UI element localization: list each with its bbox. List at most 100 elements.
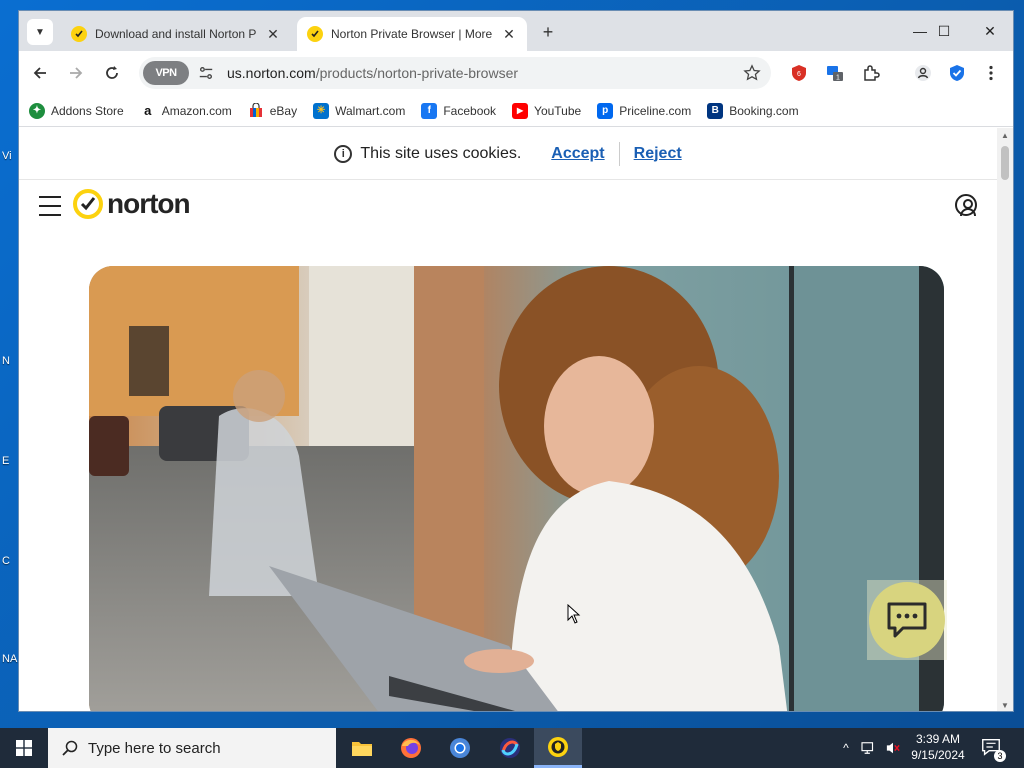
accept-cookies-button[interactable]: Accept (551, 145, 604, 163)
tab-norton-private-browser[interactable]: Norton Private Browser | More ✕ (297, 17, 527, 51)
facebook-icon: f (421, 102, 438, 119)
firefox-button[interactable] (387, 728, 435, 768)
norton-favicon-icon (307, 26, 323, 42)
profile-icon[interactable] (911, 61, 935, 85)
account-icon[interactable] (955, 194, 977, 216)
system-clock[interactable]: 3:39 AM 9/15/2024 (906, 731, 970, 763)
browser-toolbar: VPN us.norton.com/products/norton-privat… (19, 51, 1013, 95)
start-button[interactable] (0, 728, 48, 768)
reload-button[interactable] (99, 60, 125, 86)
address-bar[interactable]: VPN us.norton.com/products/norton-privat… (139, 57, 771, 89)
clock-date: 9/15/2024 (911, 748, 965, 762)
search-icon (62, 740, 78, 756)
bookmark-label: Facebook (443, 103, 497, 118)
bookmark-label: Walmart.com (335, 103, 406, 118)
new-tab-button[interactable]: + (537, 21, 559, 43)
windows-logo-icon (16, 740, 32, 756)
walmart-icon: ✳ (313, 102, 330, 119)
bookmark-label: eBay (269, 103, 298, 118)
bookmark-youtube[interactable]: ▶ YouTube (512, 102, 581, 119)
app-button[interactable] (486, 728, 534, 768)
volume-muted-icon[interactable] (882, 728, 904, 768)
ebay-icon (248, 102, 264, 119)
desktop-icon-label[interactable]: Vi (2, 150, 18, 162)
notification-center-icon[interactable]: 3 (980, 736, 1006, 762)
bookmark-priceline[interactable]: p Priceline.com (597, 102, 692, 119)
info-icon: i (334, 144, 353, 163)
desktop-icon-label[interactable]: C (2, 555, 18, 567)
url-path: /products/norton-private-browser (315, 65, 519, 81)
desktop-icon-label[interactable]: NA (2, 653, 18, 665)
bookmark-facebook[interactable]: f Facebook (421, 102, 497, 119)
chat-circle[interactable] (869, 582, 945, 658)
bookmark-ebay[interactable]: eBay (248, 102, 298, 119)
norton-logo[interactable]: norton (73, 188, 191, 220)
scroll-up-arrow-icon[interactable]: ▲ (1001, 131, 1009, 140)
url-host: us.norton.com (227, 65, 316, 81)
reload-icon (106, 66, 118, 79)
bookmark-booking[interactable]: B Booking.com (707, 102, 799, 119)
tab-manager-extension-icon[interactable]: 1 (823, 61, 847, 85)
folder-icon (352, 742, 372, 756)
norton-private-browser-icon (548, 736, 568, 757)
chat-widget[interactable] (867, 580, 947, 660)
chrome-icon (450, 738, 470, 758)
chat-icon (887, 602, 927, 638)
youtube-icon: ▶ (512, 102, 529, 119)
scroll-down-arrow-icon[interactable]: ▼ (1001, 701, 1009, 710)
desktop-icon-label[interactable]: N (2, 355, 18, 367)
chevron-down-icon: ▼ (35, 26, 45, 38)
bookmark-star-icon[interactable] (741, 62, 763, 84)
url-text[interactable]: us.norton.com/products/norton-private-br… (227, 65, 518, 81)
forward-button[interactable] (63, 60, 89, 86)
back-button[interactable] (27, 60, 53, 86)
close-icon[interactable]: ✕ (265, 26, 281, 42)
menu-kebab-icon[interactable] (979, 61, 1003, 85)
chrome-button[interactable] (436, 728, 484, 768)
vpn-button[interactable]: VPN (143, 61, 189, 85)
hamburger-menu-icon[interactable] (39, 196, 61, 216)
browser-window: ▼ Download and install Norton P ✕ Norton… (18, 10, 1014, 712)
search-placeholder: Type here to search (88, 739, 221, 757)
svg-text:6: 6 (797, 71, 801, 78)
arrow-right-icon (70, 67, 83, 79)
network-icon[interactable] (858, 728, 880, 768)
security-shield-icon[interactable] (945, 61, 969, 85)
desktop-icon-label[interactable]: E (2, 455, 18, 467)
scroll-thumb[interactable] (1001, 146, 1009, 180)
bookmark-label: Priceline.com (619, 103, 692, 118)
norton-favicon-icon (71, 26, 87, 42)
hero-illustration (89, 266, 944, 711)
bookmark-amazon[interactable]: a Amazon.com (140, 103, 232, 119)
site-info-icon[interactable] (197, 64, 215, 82)
desktop-icon-strip: Vi N E C NA (0, 0, 20, 728)
close-icon[interactable]: ✕ (501, 26, 517, 42)
norton-safe-web-extension-icon[interactable]: 6 (787, 61, 811, 85)
taskbar-search[interactable]: Type here to search (48, 728, 336, 768)
booking-icon: B (707, 102, 724, 119)
tray-chevron-up-icon[interactable]: ^ (836, 728, 856, 768)
reject-cookies-button[interactable]: Reject (634, 145, 682, 163)
notification-count: 3 (994, 750, 1006, 762)
page-viewport: i This site uses cookies. Accept Reject … (19, 128, 997, 711)
site-header: norton (19, 180, 997, 240)
bookmark-label: Addons Store (51, 103, 124, 118)
cookie-banner: i This site uses cookies. Accept Reject (19, 128, 997, 180)
hero-image (89, 266, 944, 711)
bookmark-walmart[interactable]: ✳ Walmart.com (313, 102, 406, 119)
clock-time: 3:39 AM (915, 732, 961, 746)
extensions-puzzle-icon[interactable] (859, 61, 883, 85)
bookmark-addons-store[interactable]: ✦ Addons Store (29, 102, 124, 119)
bookmark-label: Amazon.com (161, 103, 232, 118)
tab-title: Norton Private Browser | More (331, 27, 493, 41)
arrow-left-icon (33, 67, 46, 79)
tab-download-norton[interactable]: Download and install Norton P ✕ (61, 17, 291, 51)
maximize-button[interactable]: ☐ (921, 11, 967, 51)
file-explorer-button[interactable] (338, 728, 386, 768)
tab-strip: ▼ Download and install Norton P ✕ Norton… (19, 11, 1013, 51)
scrollbar[interactable]: ▲ ▼ (997, 128, 1013, 711)
norton-private-browser-button[interactable] (534, 728, 582, 768)
tab-search-button[interactable]: ▼ (27, 19, 53, 45)
logo-text: norton (107, 188, 191, 219)
close-window-button[interactable]: ✕ (967, 11, 1013, 51)
